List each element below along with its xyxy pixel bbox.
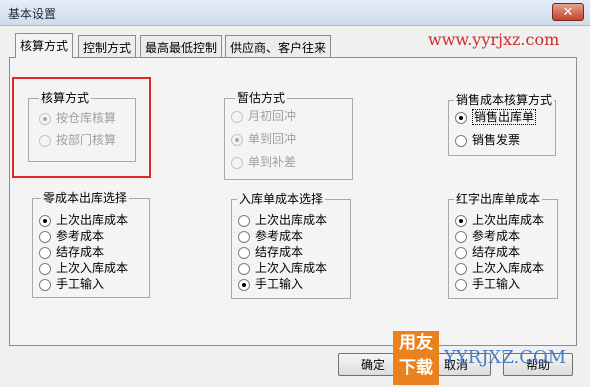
radio-option[interactable]: 手工输入 [238,277,303,291]
option-label: 结存成本 [472,245,521,259]
radio-icon [39,214,51,227]
option-label: 月初回冲 [248,109,297,123]
radio-icon [238,246,250,259]
group-title: 入库单成本选择 [237,192,326,206]
radio-option[interactable]: 参考成本 [238,229,303,243]
option-label: 单到回冲 [248,132,297,146]
radio-option[interactable]: 结存成本 [455,245,520,259]
option-label: 上次出库成本 [255,213,328,227]
radio-option[interactable]: 上次入库成本 [238,261,327,275]
tab-control-method[interactable]: 控制方式 [78,35,137,57]
option-label: 上次入库成本 [255,261,328,275]
option-label: 手工输入 [56,277,105,291]
group-red-outbound-cost: 红字出库单成本 上次出库成本 参考成本 结存成本 上次入库成本 手工输入 [448,192,558,299]
brand-logo-badge: 用友 下载 [393,331,439,385]
radio-icon [455,262,467,275]
title-bar: 基本设置 ✕ [0,0,590,26]
radio-option[interactable]: 上次入库成本 [39,261,128,275]
radio-option[interactable]: 上次入库成本 [455,261,544,275]
radio-option[interactable]: 单到补差 [231,155,296,169]
highlight-box [12,77,151,178]
radio-icon [231,110,243,123]
radio-icon [238,262,250,275]
radio-icon [238,230,250,243]
option-label: 销售发票 [472,133,521,147]
group-title: 零成本出库选择 [41,191,130,205]
group-title: 销售成本核算方式 [454,93,555,107]
radio-icon [231,133,243,146]
radio-icon [455,246,467,259]
tab-max-min-control[interactable]: 最高最低控制 [140,35,223,57]
radio-icon [455,230,467,243]
option-label: 上次入库成本 [56,261,129,275]
option-label: 参考成本 [56,229,105,243]
option-label: 手工输入 [255,277,304,291]
brand-badge-line1: 用友 [399,333,433,353]
group-zero-cost-outbound: 零成本出库选择 上次出库成本 参考成本 结存成本 上次入库成本 手工输入 [32,191,150,298]
window-title: 基本设置 [8,7,57,21]
group-title: 红字出库单成本 [454,192,543,206]
option-label: 参考成本 [472,229,521,243]
radio-option[interactable]: 上次出库成本 [39,213,128,227]
option-label: 上次入库成本 [472,261,545,275]
close-icon: ✕ [562,4,574,20]
radio-option[interactable]: 单到回冲 [231,132,296,146]
radio-option[interactable]: 参考成本 [39,229,104,243]
brand-badge-line2: 下载 [399,358,433,378]
radio-icon [39,262,51,275]
option-label: 结存成本 [56,245,105,259]
option-label: 单到补差 [248,155,297,169]
radio-option[interactable]: 上次出库成本 [455,213,544,227]
group-sales-cost-method: 销售成本核算方式 销售出库单 销售发票 [448,93,556,156]
radio-icon [39,246,51,259]
option-label: 参考成本 [255,229,304,243]
radio-option[interactable]: 结存成本 [238,245,303,259]
radio-icon [231,156,243,169]
close-button[interactable]: ✕ [552,3,584,21]
tab-supplier-customer[interactable]: 供应商、客户往来 [225,35,332,57]
radio-icon [238,278,250,291]
radio-icon [39,230,51,243]
radio-icon [455,111,467,124]
radio-option[interactable]: 月初回冲 [231,109,296,123]
option-label: 上次出库成本 [472,213,545,227]
option-label: 销售出库单 [472,109,537,125]
option-label: 结存成本 [255,245,304,259]
brand-logo-text: YYRJXZ.COM [444,347,567,368]
option-label: 手工输入 [472,277,521,291]
radio-option[interactable]: 参考成本 [455,229,520,243]
tab-accounting-method[interactable]: 核算方式 [15,33,74,58]
radio-option[interactable]: 手工输入 [455,277,520,291]
group-title: 暂估方式 [235,91,288,105]
radio-icon [455,278,467,291]
radio-option[interactable]: 上次出库成本 [238,213,327,227]
radio-icon [238,214,250,227]
radio-icon [455,134,467,147]
radio-option[interactable]: 销售出库单 [455,109,537,125]
radio-icon [39,278,51,291]
option-label: 上次出库成本 [56,213,129,227]
radio-option[interactable]: 销售发票 [455,133,520,147]
radio-option[interactable]: 结存成本 [39,245,104,259]
group-provisional-method: 暂估方式 月初回冲 单到回冲 单到补差 [224,91,353,180]
group-inbound-unit-cost: 入库单成本选择 上次出库成本 参考成本 结存成本 上次入库成本 手工输入 [231,192,351,299]
watermark-text: www.yyrjxz.com [428,30,560,49]
radio-icon [455,214,467,227]
radio-option[interactable]: 手工输入 [39,277,104,291]
